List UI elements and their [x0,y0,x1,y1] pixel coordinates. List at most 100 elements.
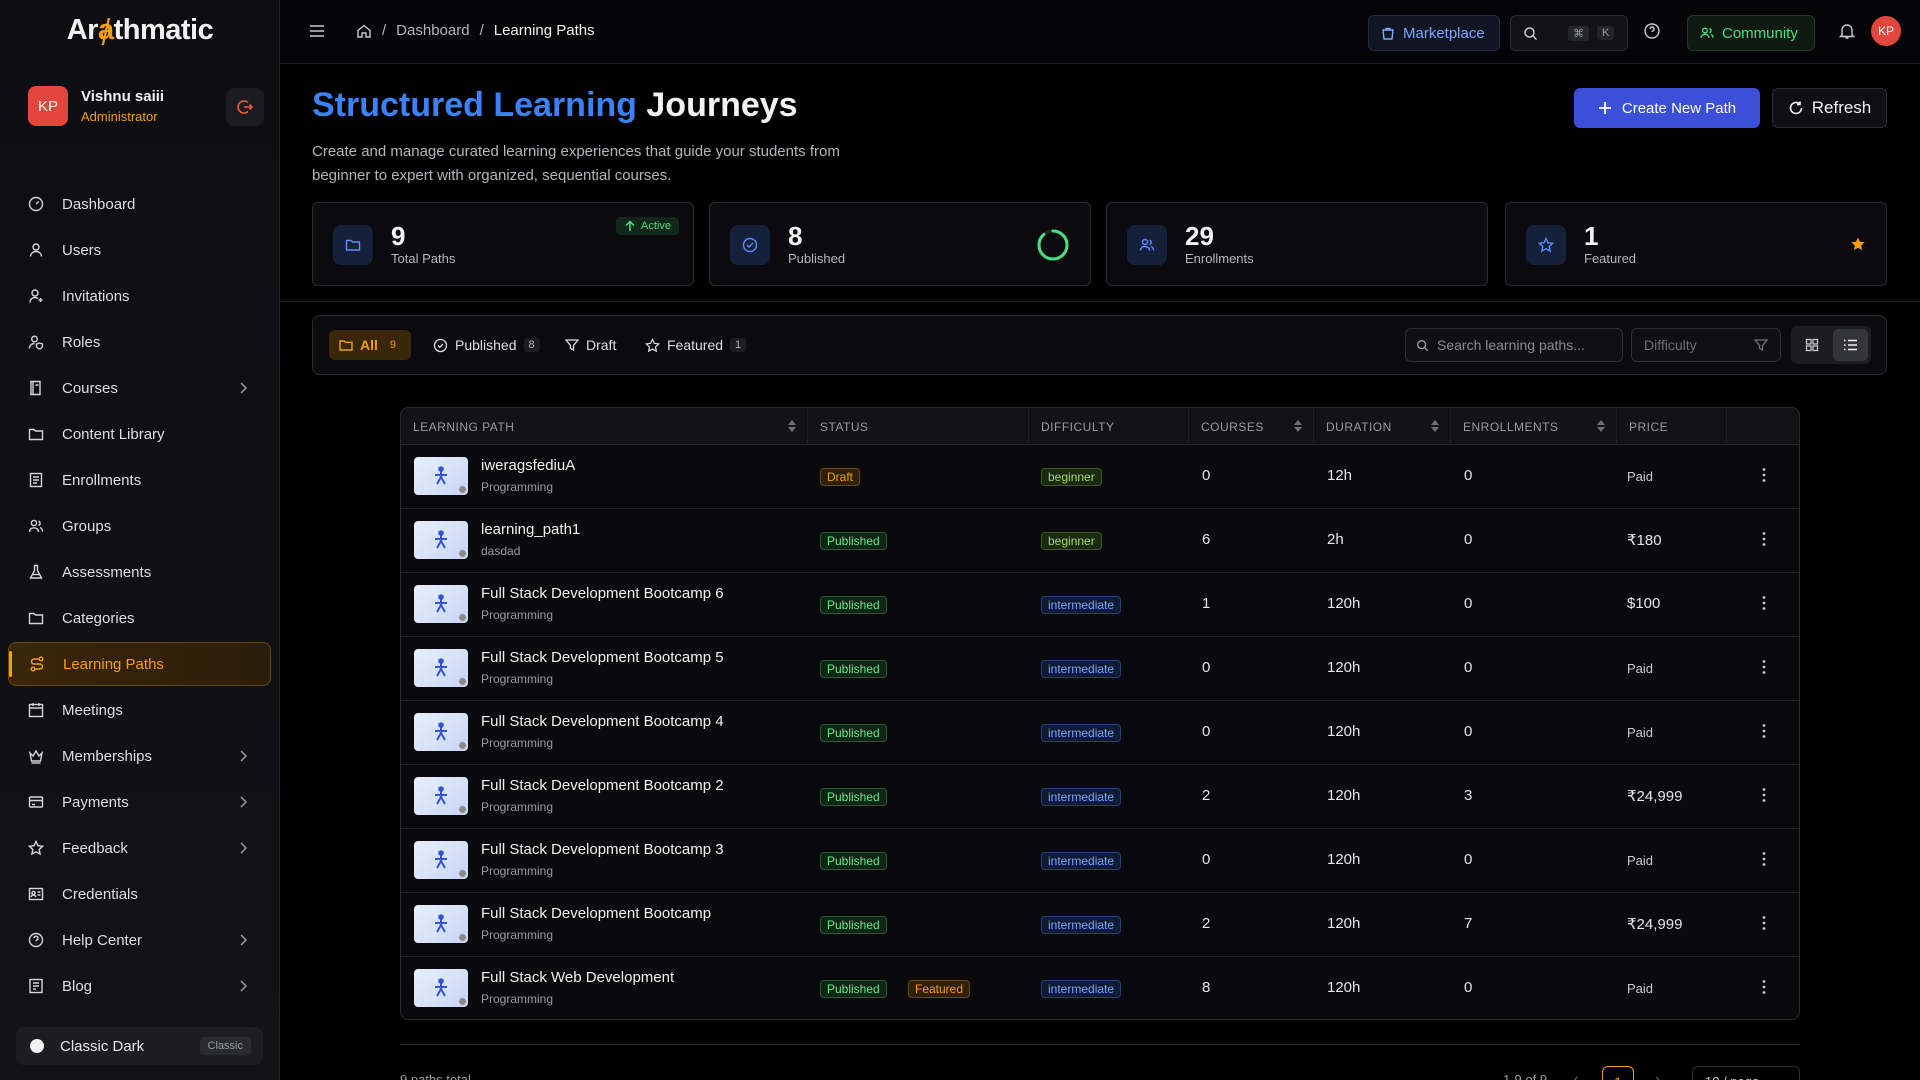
grid-view-button[interactable] [1794,329,1829,361]
sidebar-item-categories[interactable]: Categories [8,596,271,640]
table-row[interactable]: Full Stack Web Development Programming Pub… [401,957,1799,1019]
path-name[interactable]: Full Stack Development Bootcamp 4 [481,713,724,730]
user-avatar-button[interactable]: KP [1871,16,1901,46]
tab-featured[interactable]: Featured 1 [635,330,756,360]
route-icon [435,978,447,997]
path-name[interactable]: iweragsfediuA [481,457,575,474]
courses-count: 8 [1202,979,1211,996]
table-row[interactable]: Full Stack Development Bootcamp Programmi… [401,893,1799,957]
difficulty-select[interactable]: Difficulty [1631,328,1781,362]
breadcrumb-dashboard[interactable]: Dashboard [396,22,469,39]
page-button[interactable]: 1 [1602,1066,1634,1080]
sidebar-item-enrollments[interactable]: Enrollments [8,458,271,502]
row-actions-button[interactable] [1761,787,1767,803]
tab-all[interactable]: All 9 [329,330,412,360]
sidebar-item-dashboard[interactable]: Dashboard [8,182,271,226]
difficulty-badge: intermediate [1041,724,1122,742]
table-row[interactable]: Full Stack Development Bootcamp 6 Program… [401,573,1799,637]
sidebar-item-learning-paths[interactable]: Learning Paths [8,642,271,686]
sidebar-item-users[interactable]: Users [8,228,271,272]
home-icon[interactable] [356,23,372,39]
stat-value: 29 [1185,221,1214,251]
price-value: ₹24,999 [1627,916,1683,933]
sidebar-item-content-library[interactable]: Content Library [8,412,271,456]
row-actions-button[interactable] [1761,467,1767,483]
sidebar-item-blog[interactable]: Blog [8,964,271,1008]
sidebar-item-groups[interactable]: Groups [8,504,271,548]
sidebar-item-help-center[interactable]: Help Center [8,918,271,962]
col-enrollments[interactable]: ENROLLMENTS [1451,408,1617,445]
path-category: Programming [481,992,554,1006]
status-badge: Published [820,788,887,806]
sidebar-item-invitations[interactable]: Invitations [8,274,271,318]
theme-switcher[interactable]: Classic Dark Classic [16,1027,263,1065]
tab-draft[interactable]: Draft [555,330,626,360]
prev-page-button[interactable]: ‹ [1574,1070,1579,1080]
bell-icon [1838,24,1856,39]
table-row[interactable]: learning_path1 dasdad Published beginner 6 2h… [401,509,1799,573]
sidebar-item-credentials[interactable]: Credentials [8,872,271,916]
table-row[interactable]: Full Stack Development Bootcamp 5 Program… [401,637,1799,701]
path-name[interactable]: learning_path1 [481,521,580,538]
row-actions-button[interactable] [1761,915,1767,931]
menu-toggle-button[interactable] [308,22,326,40]
sidebar-item-meetings[interactable]: Meetings [8,688,271,732]
path-name[interactable]: Full Stack Development Bootcamp [481,905,711,922]
col-courses[interactable]: COURSES [1189,408,1314,445]
difficulty-badge: beginner [1041,468,1102,486]
col-learning-path[interactable]: LEARNING PATH [401,408,808,445]
topbar: / Dashboard / Learning Paths Marketplace… [280,0,1920,64]
col-duration[interactable]: DURATION [1314,408,1451,445]
sidebar-item-memberships[interactable]: Memberships [8,734,271,778]
search-input[interactable] [1437,337,1617,353]
tab-published[interactable]: Published 8 [423,330,550,360]
sidebar-item-payments[interactable]: Payments [8,780,271,824]
table-row[interactable]: Full Stack Development Bootcamp 2 Program… [401,765,1799,829]
path-name[interactable]: Full Stack Development Bootcamp 6 [481,585,724,602]
row-actions-button[interactable] [1761,979,1767,995]
sidebar-item-label: Credentials [62,885,138,903]
path-name[interactable]: Full Stack Development Bootcamp 3 [481,841,724,858]
path-name[interactable]: Full Stack Development Bootcamp 5 [481,649,724,666]
status-badge: Published [820,724,887,742]
row-actions-button[interactable] [1761,723,1767,739]
sidebar-item-assessments[interactable]: Assessments [8,550,271,594]
sidebar-item-roles[interactable]: Roles [8,320,271,364]
courses-count: 2 [1202,787,1211,804]
row-actions-button[interactable] [1761,659,1767,675]
row-actions-button[interactable] [1761,595,1767,611]
sidebar-item-courses[interactable]: Courses [8,366,271,410]
marketplace-button[interactable]: Marketplace [1368,15,1500,51]
sidebar-nav: Dashboard Users Invitations Roles Courses Con… [8,182,271,1010]
user-card[interactable]: KP Vishnu saiii Administrator [28,86,264,126]
row-actions-button[interactable] [1761,531,1767,547]
page-title: Structured Learning Journeys [312,86,798,124]
table-row[interactable]: iweragsfediuA Programming Draft beginner 0 12… [401,445,1799,509]
next-page-button[interactable]: › [1655,1070,1660,1080]
sidebar-item-feedback[interactable]: Feedback [8,826,271,870]
create-path-button[interactable]: Create New Path [1574,88,1760,128]
grid-icon [1805,338,1818,352]
table-row[interactable]: Full Stack Development Bootcamp 4 Program… [401,701,1799,765]
enrollments-count: 0 [1464,595,1473,612]
status-badge: Published [820,916,887,934]
user-icon [29,243,43,257]
per-page-select[interactable]: 10 / page [1692,1066,1800,1080]
list-view-button[interactable] [1833,329,1868,361]
price-value: ₹180 [1627,532,1662,549]
path-name[interactable]: Full Stack Development Bootcamp 2 [481,777,724,794]
help-button[interactable] [1643,22,1661,40]
refresh-button[interactable]: Refresh [1772,88,1887,128]
calendar-icon [28,703,44,718]
notifications-button[interactable] [1838,22,1856,40]
row-actions-button[interactable] [1761,851,1767,867]
path-category: Programming [481,480,554,494]
table-row[interactable]: Full Stack Development Bootcamp 3 Program… [401,829,1799,893]
app-logo[interactable]: Arⱥthmatic [0,14,280,47]
search-button[interactable]: ⌘ K [1510,15,1628,51]
logout-button[interactable] [226,88,264,126]
col-price: PRICE [1617,408,1727,445]
path-name[interactable]: Full Stack Web Development [481,969,674,986]
path-category: Programming [481,736,554,750]
community-button[interactable]: Community [1687,15,1815,51]
